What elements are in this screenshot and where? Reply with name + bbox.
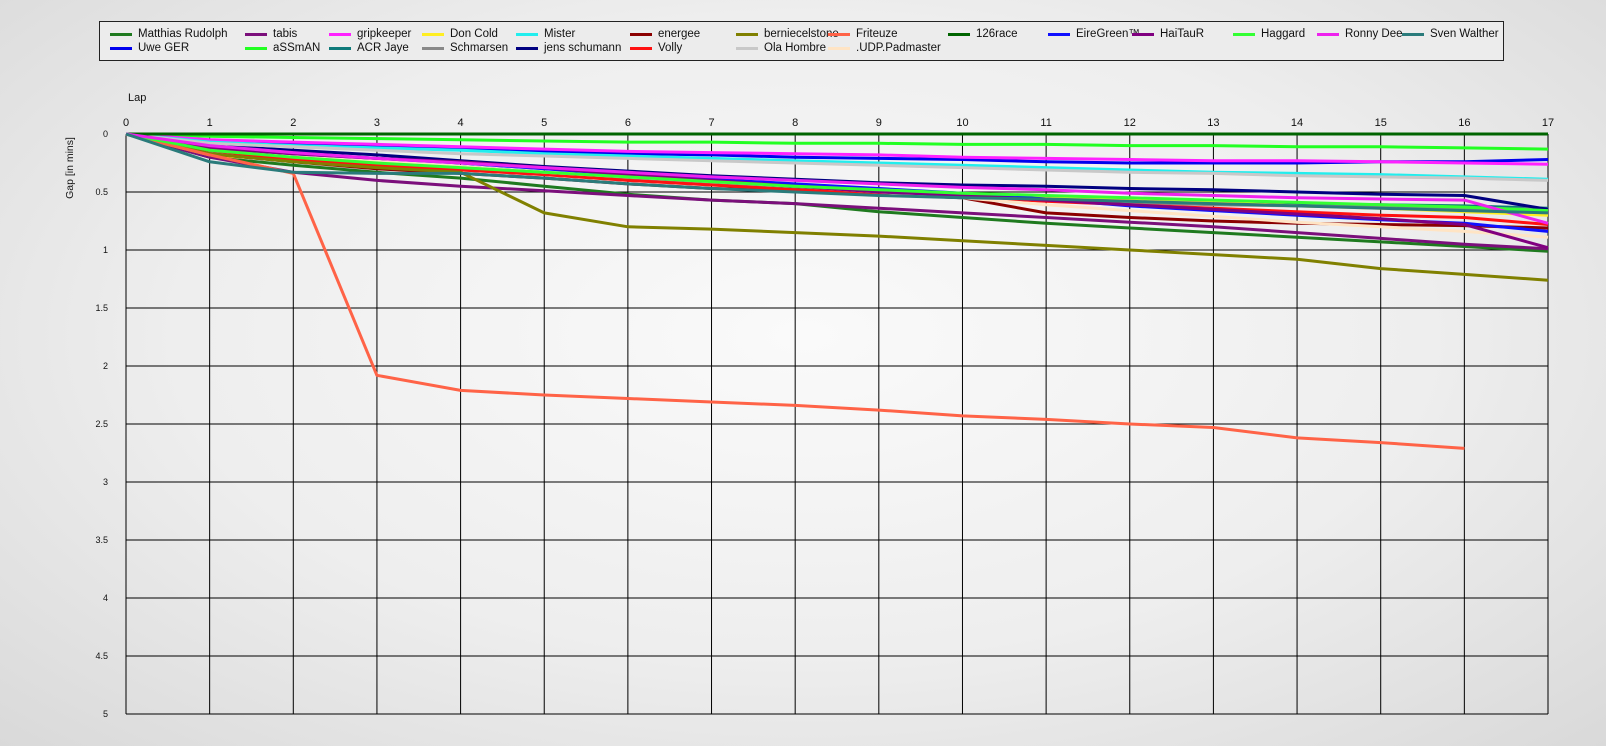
- x-tick-label: 8: [792, 117, 798, 129]
- x-axis-label: Lap: [128, 92, 146, 104]
- x-tick-label: 10: [956, 117, 968, 129]
- y-tick-label: 5: [103, 709, 108, 719]
- y-tick-label: 3: [103, 477, 108, 487]
- y-axis-label: Gap [in mins]: [64, 137, 76, 199]
- x-tick-label: 15: [1375, 117, 1387, 129]
- y-tick-label: 0.5: [95, 187, 108, 197]
- x-tick-label: 12: [1124, 117, 1136, 129]
- x-tick-label: 0: [123, 117, 129, 129]
- y-tick-label: 4: [103, 593, 108, 603]
- gap-chart: 0 1 2 3 4 5 6 7 8 9 10 11 12 13 14 15 16 1700.511.522.533…: [64, 92, 1554, 719]
- y-tick-label: 3.5: [95, 535, 108, 545]
- x-tick-label: 4: [458, 117, 464, 129]
- y-tick-label: 1: [103, 245, 108, 255]
- x-tick-label: 9: [876, 117, 882, 129]
- x-tick-label: 7: [708, 117, 714, 129]
- x-tick-label: 6: [625, 117, 631, 129]
- y-tick-label: 2.5: [95, 419, 108, 429]
- x-tick-label: 16: [1458, 117, 1470, 129]
- x-tick-label: 5: [541, 117, 547, 129]
- series-lines: [125, 132, 1549, 450]
- x-tick-label: 1: [207, 117, 213, 129]
- grid-lines: [125, 133, 1549, 715]
- y-tick-label: 2: [103, 361, 108, 371]
- x-tick-label: 17: [1542, 117, 1554, 129]
- x-tick-label: 11: [1040, 117, 1051, 129]
- y-tick-label: 1.5: [95, 303, 108, 313]
- x-tick-label: 3: [374, 117, 380, 129]
- x-tick-label: 2: [290, 117, 296, 129]
- x-tick-label: 14: [1291, 117, 1303, 129]
- y-tick-label: 4.5: [95, 651, 108, 661]
- y-tick-label: 0: [103, 129, 108, 139]
- x-tick-label: 13: [1207, 117, 1219, 129]
